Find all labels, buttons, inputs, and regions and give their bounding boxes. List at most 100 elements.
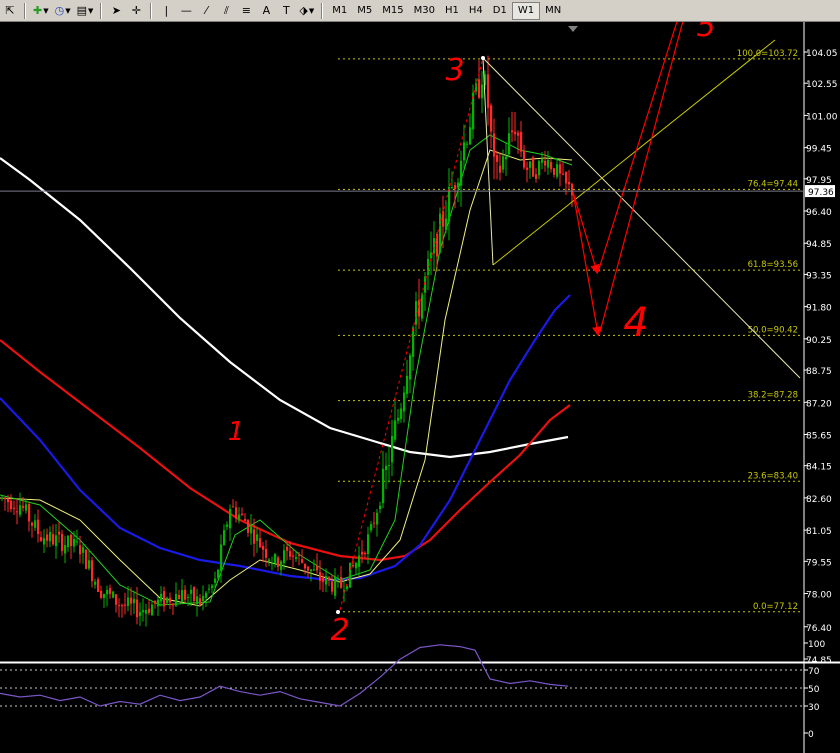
candle-body: [262, 546, 265, 550]
fib-anchor-top: [481, 56, 485, 60]
candle-body: [235, 507, 238, 519]
candle-body: [277, 557, 280, 567]
candle-body: [322, 578, 325, 582]
candle-body: [19, 505, 22, 515]
arrow-pointer-icon[interactable]: ➤: [106, 2, 126, 20]
timeframe-m1[interactable]: M1: [327, 2, 352, 20]
candle-body: [148, 608, 151, 613]
candle-body: [295, 556, 298, 559]
timeframe-m30[interactable]: M30: [409, 2, 440, 20]
templates-icon[interactable]: ▤ ▼: [74, 2, 97, 20]
fibonacci-icon[interactable]: ≡: [236, 2, 256, 20]
timeframe-h4[interactable]: H4: [464, 2, 488, 20]
candle-body: [187, 596, 190, 598]
candle-body: [433, 238, 436, 254]
candle-body: [280, 561, 283, 571]
candle-body: [454, 185, 457, 190]
channel-icon[interactable]: ⫽: [216, 2, 236, 20]
crosshair-icon[interactable]: ✛: [126, 2, 146, 20]
candle: [85, 548, 88, 570]
indicator-tick-label: 70: [808, 667, 820, 677]
timeframe-m5[interactable]: M5: [352, 2, 377, 20]
candle: [439, 207, 442, 254]
candle-body: [244, 518, 247, 522]
candle-body: [481, 84, 484, 99]
candle-body: [274, 554, 277, 563]
candle-body: [391, 435, 394, 463]
clock-icon[interactable]: ◷ ▼: [52, 2, 74, 20]
candle-body: [247, 520, 250, 533]
new-chart-icon[interactable]: ✚ ▼: [30, 2, 52, 20]
price-tick-label: 87.20: [806, 399, 832, 409]
candle-body: [118, 605, 121, 607]
candle-body: [220, 544, 223, 571]
chart-background: [0, 22, 840, 753]
candle-body: [565, 172, 568, 184]
candle-body: [256, 534, 259, 541]
price-tick-label: 85.65: [806, 431, 832, 441]
candle-body: [52, 534, 55, 545]
candle-body: [208, 588, 211, 590]
candle-body: [406, 375, 409, 394]
timeframe-d1[interactable]: D1: [488, 2, 512, 20]
candle-body: [352, 564, 355, 567]
candle-body: [451, 186, 454, 188]
candle-body: [445, 218, 448, 231]
timeframe-bar: M1 M5 M15 M30 H1 H4 D1 W1 MN: [327, 1, 566, 20]
candle-body: [331, 581, 334, 592]
candle-body: [382, 468, 385, 504]
indicator-tick-label: 100: [808, 640, 825, 650]
candle-body: [124, 604, 127, 606]
candle-body: [211, 585, 214, 589]
fib-label-61.8: 61.8=93.56: [748, 260, 798, 270]
candle-body: [76, 541, 79, 543]
candle-body: [493, 133, 496, 157]
candle-body: [1, 497, 4, 499]
price-tick-label: 91.80: [806, 304, 832, 314]
candle-body: [370, 524, 373, 531]
candle-body: [532, 157, 535, 177]
candle-body: [121, 605, 124, 607]
price-tick-label: 102.55: [806, 80, 838, 90]
candle-body: [289, 551, 292, 557]
candle-body: [94, 581, 97, 585]
candle-body: [421, 293, 424, 319]
timeframe-m15[interactable]: M15: [377, 2, 408, 20]
trend-line-icon[interactable]: ⁄: [196, 2, 216, 20]
candle-body: [151, 604, 154, 616]
toolbar-separator: [100, 2, 103, 19]
candle-body: [358, 555, 361, 567]
candle-body: [502, 156, 505, 170]
shapes-icon[interactable]: ⬗ ▼: [296, 2, 317, 20]
candle-body: [82, 547, 85, 553]
timeframe-mn[interactable]: MN: [540, 2, 566, 20]
candle-body: [142, 609, 145, 613]
cursor-tool-icon[interactable]: ⇱: [0, 2, 20, 20]
current-price-label: 97.36: [808, 188, 834, 198]
candle-body: [496, 155, 499, 162]
candle-body: [106, 589, 109, 595]
candle-body: [229, 508, 232, 529]
candle-body: [298, 554, 301, 556]
label-tool-icon[interactable]: T: [276, 2, 296, 20]
candle-body: [37, 519, 40, 535]
candle-body: [409, 355, 412, 380]
candle-body: [22, 505, 25, 508]
text-tool-icon[interactable]: A: [256, 2, 276, 20]
candle-body: [448, 187, 451, 222]
candle-body: [313, 569, 316, 571]
candle-body: [13, 507, 16, 509]
candle-body: [319, 572, 322, 582]
candle: [97, 577, 100, 593]
timeframe-h1[interactable]: H1: [440, 2, 464, 20]
candle-body: [136, 599, 139, 618]
candle-body: [304, 563, 307, 569]
candle-body: [340, 576, 343, 588]
candle-body: [535, 174, 538, 179]
price-chart[interactable]: 100.0=103.72 76.4=97.44 61.8=93.56 50.0=90.…: [0, 22, 840, 753]
horizontal-line-icon[interactable]: —: [176, 2, 196, 20]
timeframe-w1[interactable]: W1: [511, 1, 541, 20]
candle-body: [238, 514, 241, 521]
candle-body: [109, 588, 112, 595]
vertical-line-icon[interactable]: |: [156, 2, 176, 20]
